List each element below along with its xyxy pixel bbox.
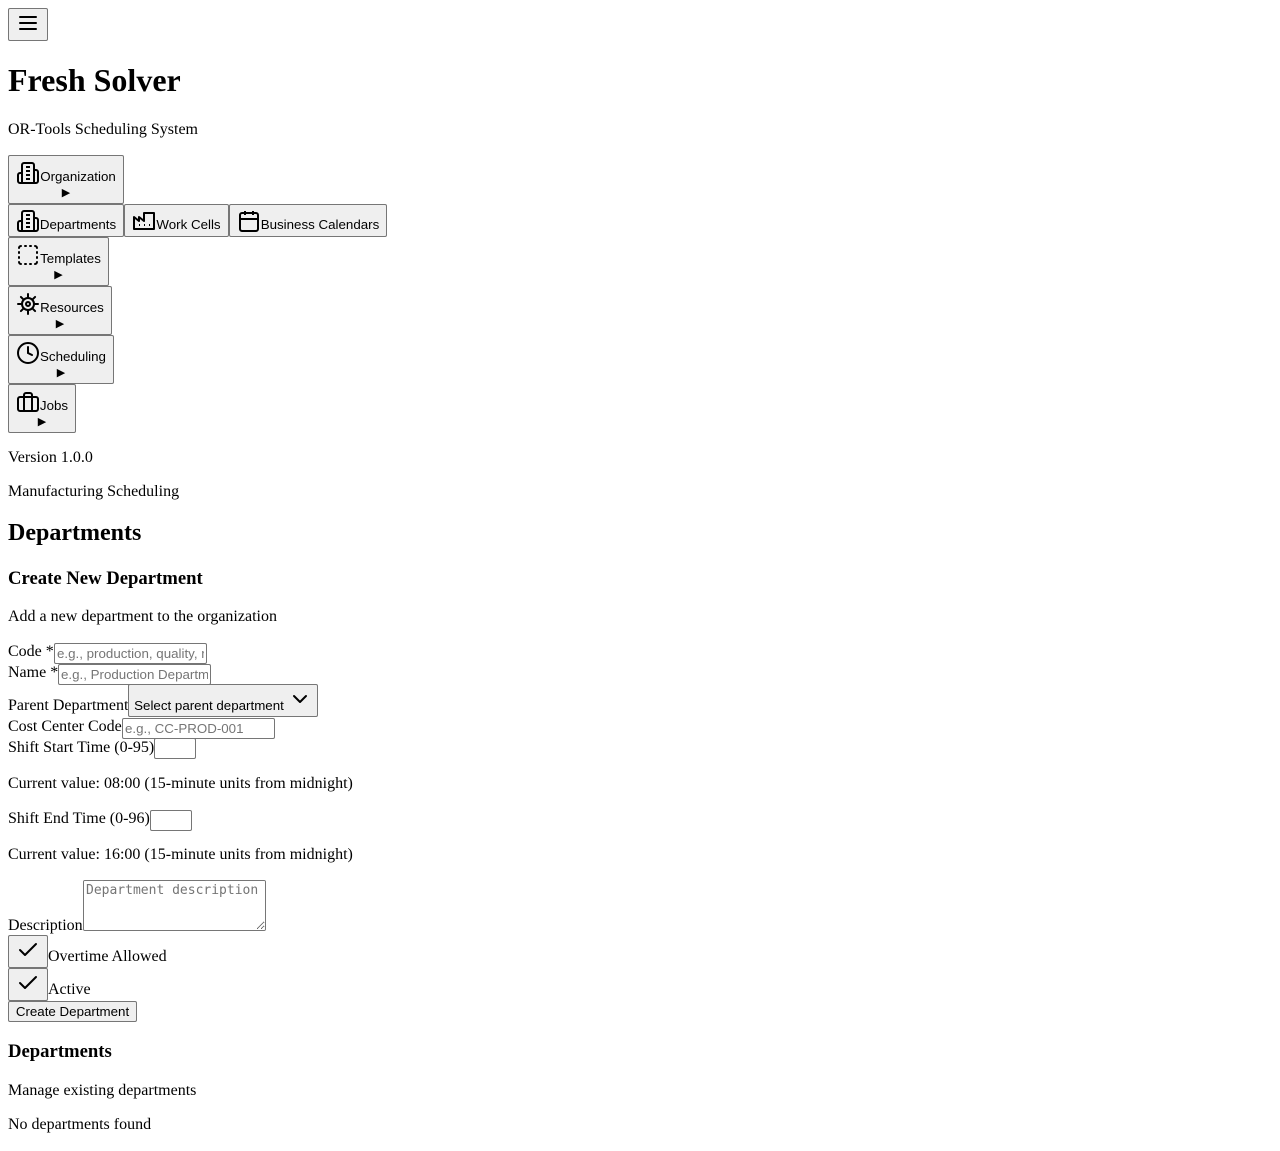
nav-resources-button[interactable]: Resources ▶	[8, 286, 112, 335]
check-icon	[16, 938, 40, 962]
nav-work-cells-button[interactable]: Work Cells	[124, 204, 229, 237]
nav-organization-label: Organization	[40, 169, 116, 185]
chevron-right-icon: ▶	[56, 366, 66, 379]
create-department-button[interactable]: Create Department	[8, 1001, 137, 1022]
cost-center-label: Cost Center Code	[8, 718, 122, 735]
chevron-right-icon: ▶	[37, 415, 47, 428]
nav-departments-label: Departments	[39, 217, 117, 233]
nav-templates-label: Templates	[40, 251, 101, 267]
briefcase-icon	[16, 390, 40, 414]
nav-business-calendars-label: Business Calendars	[260, 217, 380, 233]
parent-department-select[interactable]: Select parent department	[128, 684, 318, 717]
dashed-square-icon	[16, 243, 40, 267]
chevron-right-icon: ▶	[61, 186, 71, 199]
code-label: Code *	[8, 643, 54, 660]
nav-organization-button[interactable]: Organization ▶	[8, 155, 124, 204]
building-icon	[16, 161, 40, 185]
nav-jobs-label: Jobs	[39, 398, 69, 414]
shift-start-help: Current value: 08:00 (15-minute units fr…	[8, 775, 353, 792]
chevron-down-icon	[288, 687, 312, 711]
name-input[interactable]	[58, 664, 211, 685]
factory-icon	[132, 209, 156, 233]
shift-start-input[interactable]	[154, 738, 196, 759]
shift-end-input[interactable]	[150, 810, 192, 831]
active-checkbox[interactable]	[8, 968, 48, 1001]
departments-list-description: Manage existing departments	[8, 1082, 197, 1099]
calendar-icon	[237, 209, 261, 233]
gear-icon	[16, 292, 40, 316]
chevron-right-icon: ▶	[54, 268, 63, 281]
nav-scheduling-label: Scheduling	[40, 349, 106, 365]
building-icon	[16, 209, 40, 233]
app-tagline: Manufacturing Scheduling	[8, 483, 180, 500]
description-textarea[interactable]	[83, 880, 266, 931]
app-title: Fresh Solver	[8, 62, 181, 98]
description-label: Description	[8, 917, 83, 934]
hamburger-icon	[16, 11, 40, 35]
active-label: Active	[48, 981, 91, 998]
nav-work-cells-label: Work Cells	[156, 217, 221, 233]
parent-department-select-value: Select parent department	[134, 698, 284, 713]
departments-list-title: Departments	[8, 1041, 112, 1062]
empty-state-message: No departments found	[8, 1116, 152, 1133]
name-label: Name *	[8, 664, 59, 681]
menu-toggle-button[interactable]	[8, 8, 48, 41]
create-form-title: Create New Department	[8, 568, 203, 589]
nav-resources-label: Resources	[40, 300, 104, 316]
chevron-right-icon: ▶	[55, 317, 65, 330]
clock-icon	[16, 341, 40, 365]
nav-departments-button[interactable]: Departments	[8, 204, 124, 237]
nav-jobs-button[interactable]: Jobs ▶	[8, 384, 76, 433]
shift-start-label: Shift Start Time (0-95)	[8, 739, 155, 756]
page-title: Departments	[8, 520, 142, 546]
nav-business-calendars-button[interactable]: Business Calendars	[229, 204, 387, 237]
shift-end-help: Current value: 16:00 (15-minute units fr…	[8, 846, 353, 863]
code-input[interactable]	[54, 643, 207, 664]
create-form-description: Add a new department to the organization	[8, 608, 277, 625]
nav-scheduling-button[interactable]: Scheduling ▶	[8, 335, 114, 384]
nav-templates-button[interactable]: Templates ▶	[8, 237, 109, 286]
overtime-allowed-checkbox[interactable]	[8, 935, 48, 968]
version-text: Version 1.0.0	[8, 449, 93, 466]
check-icon	[16, 971, 40, 995]
cost-center-input[interactable]	[122, 718, 275, 739]
overtime-allowed-label: Overtime Allowed	[48, 948, 167, 965]
parent-department-label: Parent Department	[8, 697, 129, 714]
shift-end-label: Shift End Time (0-96)	[8, 810, 150, 827]
app-subtitle: OR-Tools Scheduling System	[8, 121, 198, 138]
